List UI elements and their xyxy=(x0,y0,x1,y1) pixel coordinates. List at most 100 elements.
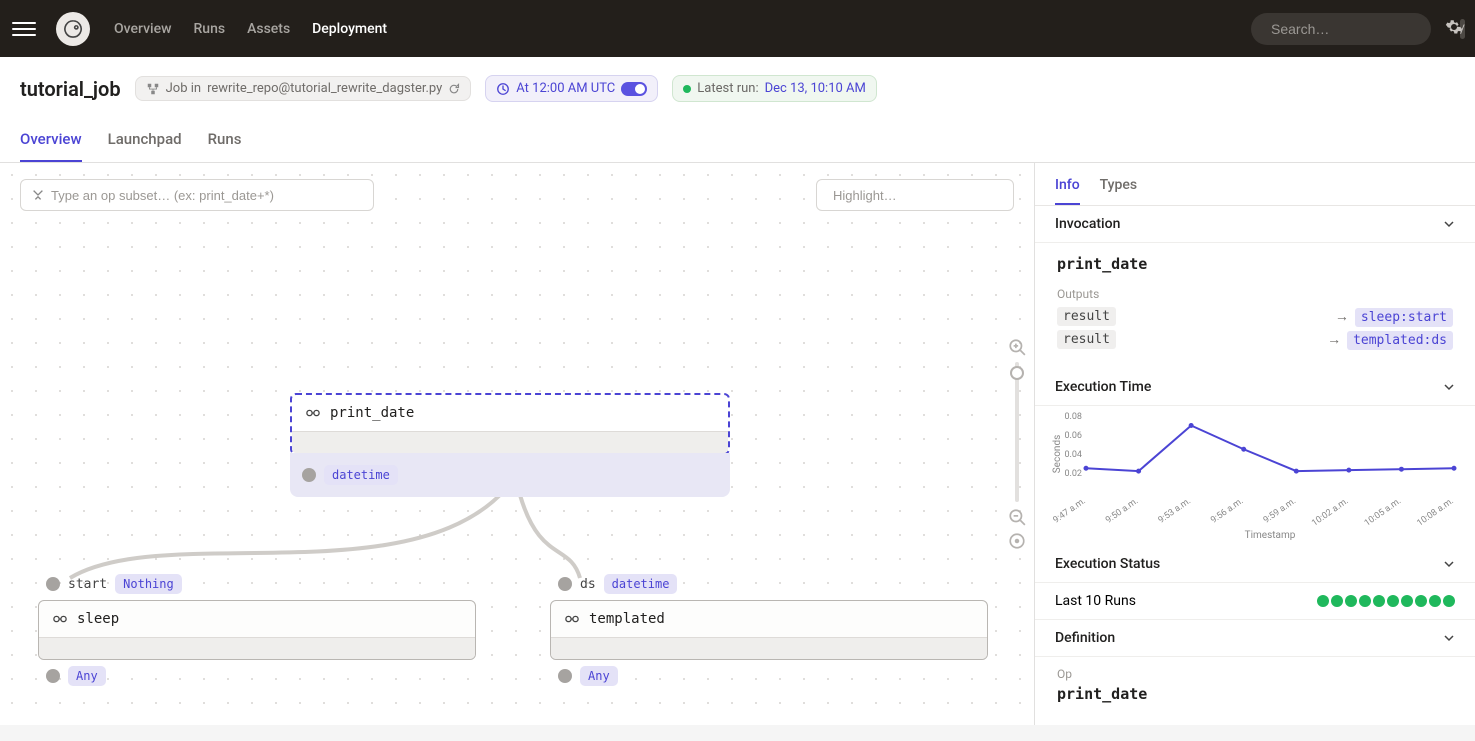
latest-run-time: Dec 13, 10:10 AM xyxy=(765,81,866,96)
chevron-down-icon xyxy=(1443,558,1455,570)
svg-text:9:56 a.m.: 9:56 a.m. xyxy=(1209,496,1245,525)
header: tutorial_job Job in rewrite_repo@tutoria… xyxy=(0,57,1475,163)
svg-text:10:02 a.m.: 10:02 a.m. xyxy=(1310,496,1350,528)
sidebar-tabs: Info Types xyxy=(1035,163,1475,206)
definition-body: Op print_date xyxy=(1035,657,1475,713)
zoom-controls xyxy=(1008,338,1026,550)
highlight-input-wrap[interactable] xyxy=(816,179,1014,211)
chevron-down-icon xyxy=(1443,632,1455,644)
reload-icon[interactable] xyxy=(448,83,460,95)
exec-time-chart: 0.02 0.04 0.06 0.08 Seconds 9:47 a.m. 9:50 a.m… xyxy=(1035,406,1475,546)
svg-text:0.08: 0.08 xyxy=(1064,412,1082,422)
topbar: Overview Runs Assets Deployment / xyxy=(0,0,1475,57)
output-row: result → templated:ds xyxy=(1057,330,1453,349)
settings-icon[interactable] xyxy=(1445,18,1463,40)
latest-run-label: Latest run: xyxy=(697,81,758,96)
output-target[interactable]: sleep:start xyxy=(1355,308,1453,327)
input-type: datetime xyxy=(604,574,678,594)
output-target[interactable]: templated:ds xyxy=(1347,331,1453,350)
zoom-out-icon[interactable] xyxy=(1008,508,1026,526)
latest-run-chip[interactable]: Latest run: Dec 13, 10:10 AM xyxy=(672,75,877,102)
chevron-down-icon xyxy=(1443,218,1455,230)
node-print-date[interactable]: print_date datetime xyxy=(290,393,740,497)
svg-text:Timestamp: Timestamp xyxy=(1245,530,1296,540)
tab-runs[interactable]: Runs xyxy=(208,130,242,162)
op-label: Op xyxy=(1057,667,1453,681)
search-input[interactable] xyxy=(1271,21,1452,37)
svg-text:Seconds: Seconds xyxy=(1052,435,1063,474)
section-title: Definition xyxy=(1055,630,1115,646)
invocation-name: print_date xyxy=(1057,255,1453,273)
input-name: ds xyxy=(580,577,596,592)
svg-text:9:53 a.m.: 9:53 a.m. xyxy=(1157,496,1193,525)
svg-text:10:08 a.m.: 10:08 a.m. xyxy=(1415,496,1455,528)
job-tabs: Overview Launchpad Runs xyxy=(20,130,1455,162)
output-type: Any xyxy=(580,666,618,686)
schedule-text: At 12:00 AM UTC xyxy=(516,81,615,96)
section-invocation-body: print_date Outputs result →sleep:start r… xyxy=(1035,243,1475,369)
menu-icon[interactable] xyxy=(12,17,36,41)
svg-text:0.04: 0.04 xyxy=(1064,450,1082,460)
output-type: Any xyxy=(68,666,106,686)
svg-text:9:59 a.m.: 9:59 a.m. xyxy=(1262,496,1298,525)
arrow-icon: → xyxy=(1327,332,1341,348)
section-exec-time-header[interactable]: Execution Time xyxy=(1035,369,1475,406)
node-name: print_date xyxy=(330,405,414,421)
schedule-toggle[interactable] xyxy=(621,82,647,96)
run-status-dots[interactable] xyxy=(1317,595,1455,607)
output-port-icon xyxy=(302,468,316,482)
fit-icon[interactable] xyxy=(1008,532,1026,550)
highlight-input[interactable] xyxy=(833,188,1009,203)
input-port-icon xyxy=(46,577,60,591)
logo[interactable] xyxy=(56,12,90,46)
global-search[interactable]: / xyxy=(1251,13,1431,45)
svg-text:0.02: 0.02 xyxy=(1064,469,1082,479)
nav-deployment[interactable]: Deployment xyxy=(312,21,387,37)
svg-text:0.06: 0.06 xyxy=(1064,431,1082,441)
node-name: sleep xyxy=(77,611,119,627)
section-definition-header[interactable]: Definition xyxy=(1035,620,1475,657)
job-in-label: Job in xyxy=(166,81,201,96)
nav-assets[interactable]: Assets xyxy=(247,21,290,37)
section-title: Invocation xyxy=(1055,216,1120,232)
tab-launchpad[interactable]: Launchpad xyxy=(108,130,182,162)
repo-icon xyxy=(146,82,160,96)
op-subset-input-wrap[interactable] xyxy=(20,179,374,211)
output-port-icon xyxy=(558,669,572,683)
tab-types[interactable]: Types xyxy=(1100,177,1137,205)
svg-text:9:47 a.m.: 9:47 a.m. xyxy=(1052,496,1088,525)
last-runs-row: Last 10 Runs xyxy=(1035,583,1475,620)
section-title: Execution Status xyxy=(1055,556,1160,572)
zoom-slider[interactable] xyxy=(1015,362,1019,502)
tab-info[interactable]: Info xyxy=(1055,177,1080,205)
chevron-down-icon xyxy=(1443,381,1455,393)
node-sleep[interactable]: start Nothing sleep Any xyxy=(38,568,478,692)
nav-runs[interactable]: Runs xyxy=(193,21,225,37)
node-templated[interactable]: ds datetime templated Any xyxy=(550,568,990,692)
input-name: start xyxy=(68,577,107,592)
sidebar: Info Types Invocation print_date Outputs… xyxy=(1034,163,1475,725)
arrow-icon: → xyxy=(1335,309,1349,325)
section-invocation-header[interactable]: Invocation xyxy=(1035,206,1475,243)
status-dot-icon xyxy=(683,85,691,93)
repo-chip[interactable]: Job in rewrite_repo@tutorial_rewrite_dag… xyxy=(135,76,472,101)
zoom-in-icon[interactable] xyxy=(1008,338,1026,356)
op-subset-input[interactable] xyxy=(51,188,363,203)
graph-canvas[interactable]: print_date datetime start Nothing xyxy=(0,163,1034,725)
repo-name: rewrite_repo@tutorial_rewrite_dagster.py xyxy=(207,81,442,96)
section-title: Execution Time xyxy=(1055,379,1151,395)
svg-text:9:50 a.m.: 9:50 a.m. xyxy=(1104,496,1140,525)
input-port-icon xyxy=(558,577,572,591)
section-exec-status-header[interactable]: Execution Status xyxy=(1035,546,1475,583)
output-name: result xyxy=(1057,307,1116,326)
schedule-chip[interactable]: At 12:00 AM UTC xyxy=(485,75,658,102)
op-icon xyxy=(565,612,579,626)
svg-text:10:05 a.m.: 10:05 a.m. xyxy=(1363,496,1403,528)
output-name: result xyxy=(1057,330,1116,349)
tab-overview[interactable]: Overview xyxy=(20,130,82,162)
job-title: tutorial_job xyxy=(20,77,121,101)
nav-overview[interactable]: Overview xyxy=(114,21,171,37)
input-type: Nothing xyxy=(115,574,182,594)
definition-op-name: print_date xyxy=(1057,685,1453,703)
node-name: templated xyxy=(589,611,665,627)
